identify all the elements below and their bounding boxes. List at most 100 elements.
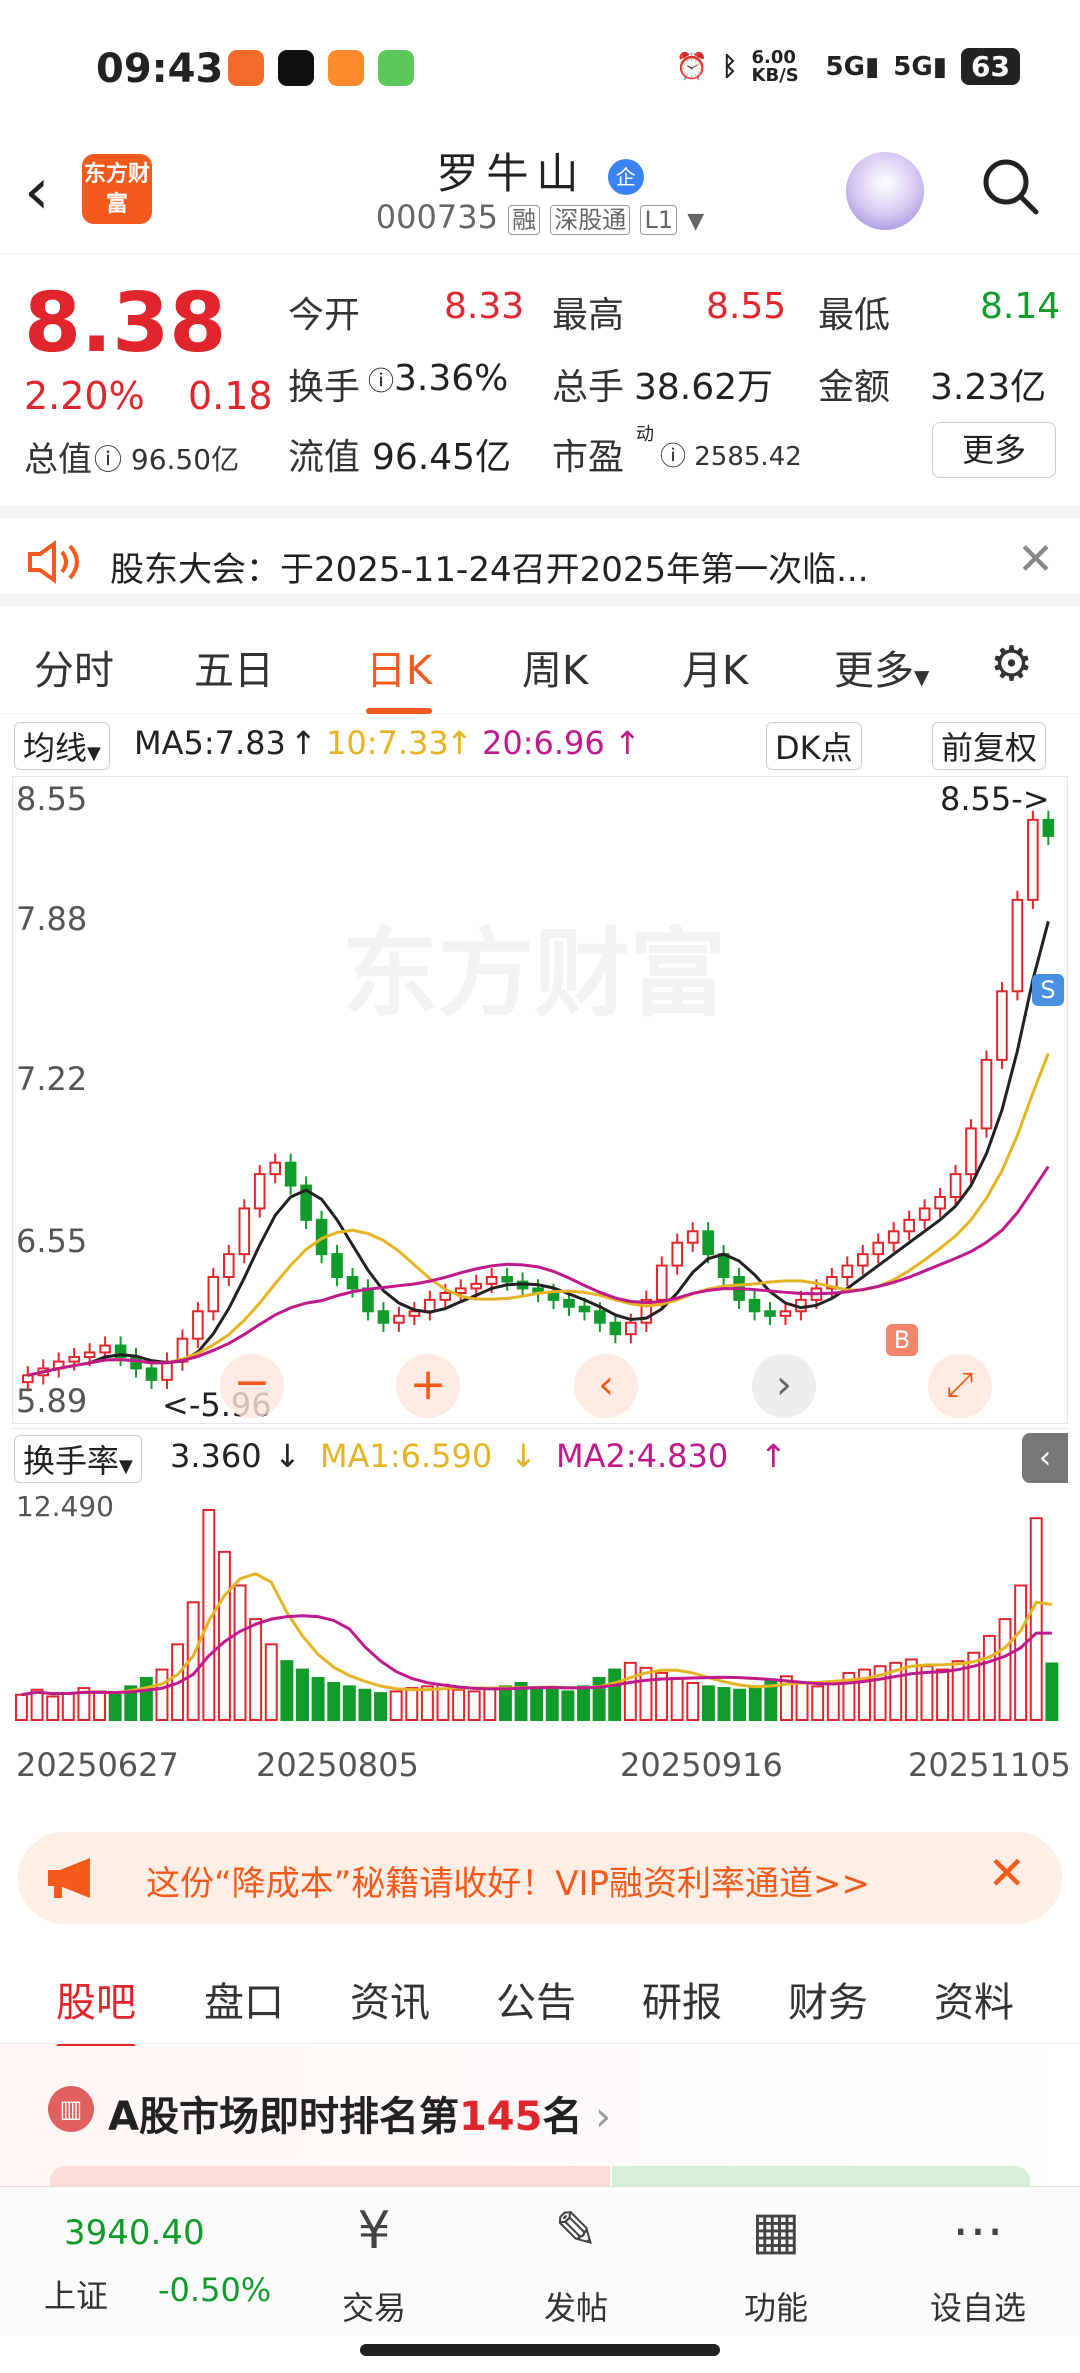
turnover-bar bbox=[358, 1688, 372, 1722]
candle bbox=[439, 1292, 452, 1301]
nav-add-watchlist[interactable]: 设自选 bbox=[918, 2283, 1038, 2329]
yen-exchange-icon[interactable]: ¥ bbox=[314, 2201, 434, 2261]
pe-sup: 动 bbox=[636, 424, 654, 445]
high-value: 8.55 bbox=[706, 286, 787, 327]
tab-announcements[interactable]: 公告 bbox=[496, 1970, 576, 2028]
tab-monthly-k[interactable]: 月K bbox=[682, 638, 748, 696]
ma1-value: MA1:6.590 bbox=[320, 1437, 493, 1475]
candle bbox=[671, 1241, 684, 1267]
candle bbox=[872, 1241, 885, 1256]
tab-forum[interactable]: 股吧 bbox=[56, 1970, 136, 2050]
nav-functions[interactable]: 功能 bbox=[716, 2283, 836, 2329]
edit-icon[interactable]: ✎ bbox=[516, 2201, 636, 2261]
tab-5day[interactable]: 五日 bbox=[194, 638, 274, 696]
status-right: ⏰ ᛒ 6.00 KB/S 5G▮ 5G▮ 63 bbox=[676, 48, 1020, 85]
amount-label: 金额 bbox=[818, 367, 891, 408]
candle bbox=[1011, 898, 1024, 993]
tab-daily-k[interactable]: 日K bbox=[366, 638, 433, 714]
high-annotation: 8.55-> bbox=[940, 780, 1050, 818]
chevron-left-icon[interactable]: ‹ bbox=[574, 1354, 638, 1418]
rank-text: A股市场即时排名第145名 › bbox=[108, 2084, 611, 2142]
gear-icon[interactable]: ⚙ bbox=[990, 636, 1033, 692]
stock-header: ‹ 东方财富 罗牛山 企 000735 融 深股通 L1 ▼ bbox=[0, 140, 1080, 254]
tab-weekly-k[interactable]: 周K bbox=[522, 638, 588, 696]
y-tick: 7.88 bbox=[16, 900, 88, 938]
assistant-avatar[interactable] bbox=[846, 152, 924, 230]
zoom-in-button[interactable]: + bbox=[396, 1354, 460, 1418]
tab-research[interactable]: 研报 bbox=[642, 1970, 722, 2028]
chevron-down-icon: ▼ bbox=[914, 665, 930, 689]
kline-chart[interactable]: 8.55 7.88 7.22 6.55 5.89 8.55-> <-5.96 东… bbox=[12, 776, 1068, 1424]
candle bbox=[130, 1356, 142, 1370]
dk-point-button[interactable]: DK点 bbox=[766, 722, 862, 770]
candle bbox=[609, 1321, 622, 1336]
turnover-chart[interactable]: 12.490 20250627 20250805 20250916 202511… bbox=[12, 1490, 1071, 1810]
adjust-button[interactable]: 前复权 bbox=[932, 722, 1047, 770]
notice-bar[interactable]: 股东大会：于2025-11-24召开2025年第一次临... ✕ bbox=[0, 506, 1080, 606]
candle bbox=[996, 990, 1008, 1061]
down-arrow-icon: ↓ bbox=[510, 1437, 537, 1475]
turnover-bar bbox=[670, 1676, 684, 1721]
index-change: -0.50% bbox=[158, 2271, 272, 2309]
turnover-bar bbox=[389, 1690, 403, 1721]
grid-icon[interactable]: ▦ bbox=[716, 2201, 836, 2261]
enterprise-badge: 企 bbox=[607, 158, 644, 195]
candle bbox=[454, 1287, 467, 1294]
nav-post[interactable]: 发帖 bbox=[516, 2283, 636, 2329]
candle bbox=[501, 1276, 513, 1283]
promo-banner[interactable]: 这份“降成本”秘籍请收好！VIP融资利率通道>> ✕ bbox=[18, 1832, 1062, 1924]
index-value: 3940.40 bbox=[64, 2213, 205, 2253]
candle bbox=[424, 1298, 436, 1313]
status-time: 09:43 bbox=[96, 46, 224, 92]
more-button[interactable]: 更多 bbox=[932, 422, 1056, 478]
tab-news[interactable]: 资讯 bbox=[350, 1970, 430, 2028]
collapse-panel-button[interactable]: ‹ bbox=[1022, 1433, 1068, 1483]
battery-icon: 63 bbox=[961, 48, 1020, 85]
close-icon[interactable]: ✕ bbox=[1017, 534, 1054, 585]
turnover-bar bbox=[108, 1693, 122, 1722]
candle bbox=[1027, 818, 1039, 901]
candle bbox=[949, 1173, 962, 1198]
turnover-bar bbox=[452, 1688, 466, 1722]
tab-more[interactable]: 更多▼ bbox=[834, 638, 929, 696]
candle bbox=[918, 1207, 931, 1221]
search-icon[interactable] bbox=[980, 156, 1040, 216]
fullscreen-icon[interactable]: ⤢ bbox=[928, 1354, 992, 1418]
info-icon: ⓘ bbox=[368, 367, 395, 397]
turnover-bar bbox=[15, 1693, 28, 1722]
indicator-select[interactable]: 换手率▼ bbox=[14, 1435, 142, 1483]
speaker-icon bbox=[28, 540, 79, 584]
volume-label: 总手 bbox=[552, 367, 625, 408]
close-icon[interactable]: ✕ bbox=[987, 1846, 1026, 1900]
more-dots-icon[interactable]: ⋯ bbox=[918, 2201, 1038, 2261]
turnover-bar bbox=[46, 1695, 60, 1721]
turnover-svg bbox=[15, 1509, 1059, 1722]
chevron-right-icon[interactable]: › bbox=[752, 1354, 816, 1418]
bluetooth-icon: ᛒ bbox=[721, 51, 738, 82]
tab-profile[interactable]: 资料 bbox=[934, 1970, 1014, 2028]
bottom-nav: 3940.40 上证 -0.50% ¥ 交易 ✎ 发帖 ▦ 功能 ⋯ 设自选 bbox=[0, 2186, 1080, 2336]
ma-type-select[interactable]: 均线▼ bbox=[14, 722, 110, 770]
turnover-bar bbox=[733, 1688, 747, 1722]
candle bbox=[686, 1230, 699, 1244]
y-tick: 5.89 bbox=[16, 1382, 88, 1420]
market-rank[interactable]: ▥ A股市场即时排名第145名 › bbox=[0, 2046, 1080, 2196]
candle bbox=[377, 1310, 390, 1324]
pe-value: ⓘ 2585.42 bbox=[660, 436, 802, 473]
tab-more-label: 更多 bbox=[834, 648, 914, 694]
turnover-bar bbox=[342, 1685, 356, 1721]
turnover-bar bbox=[826, 1680, 840, 1721]
nav-trade[interactable]: 交易 bbox=[314, 2283, 434, 2329]
zoom-out-button[interactable]: − bbox=[220, 1354, 284, 1418]
tab-intraday[interactable]: 分时 bbox=[34, 638, 114, 696]
tiktok-icon bbox=[278, 50, 314, 86]
tab-orderbook[interactable]: 盘口 bbox=[204, 1970, 284, 2028]
candle bbox=[408, 1310, 421, 1317]
float-label: 流值 bbox=[288, 437, 361, 478]
chevron-down-icon: ▼ bbox=[119, 1456, 133, 1477]
turnover-value: ⓘ3.36% bbox=[368, 358, 508, 399]
tab-financials[interactable]: 财务 bbox=[788, 1970, 868, 2028]
turnover-bar bbox=[467, 1690, 481, 1721]
app-icon bbox=[228, 50, 264, 86]
candle bbox=[192, 1310, 204, 1340]
